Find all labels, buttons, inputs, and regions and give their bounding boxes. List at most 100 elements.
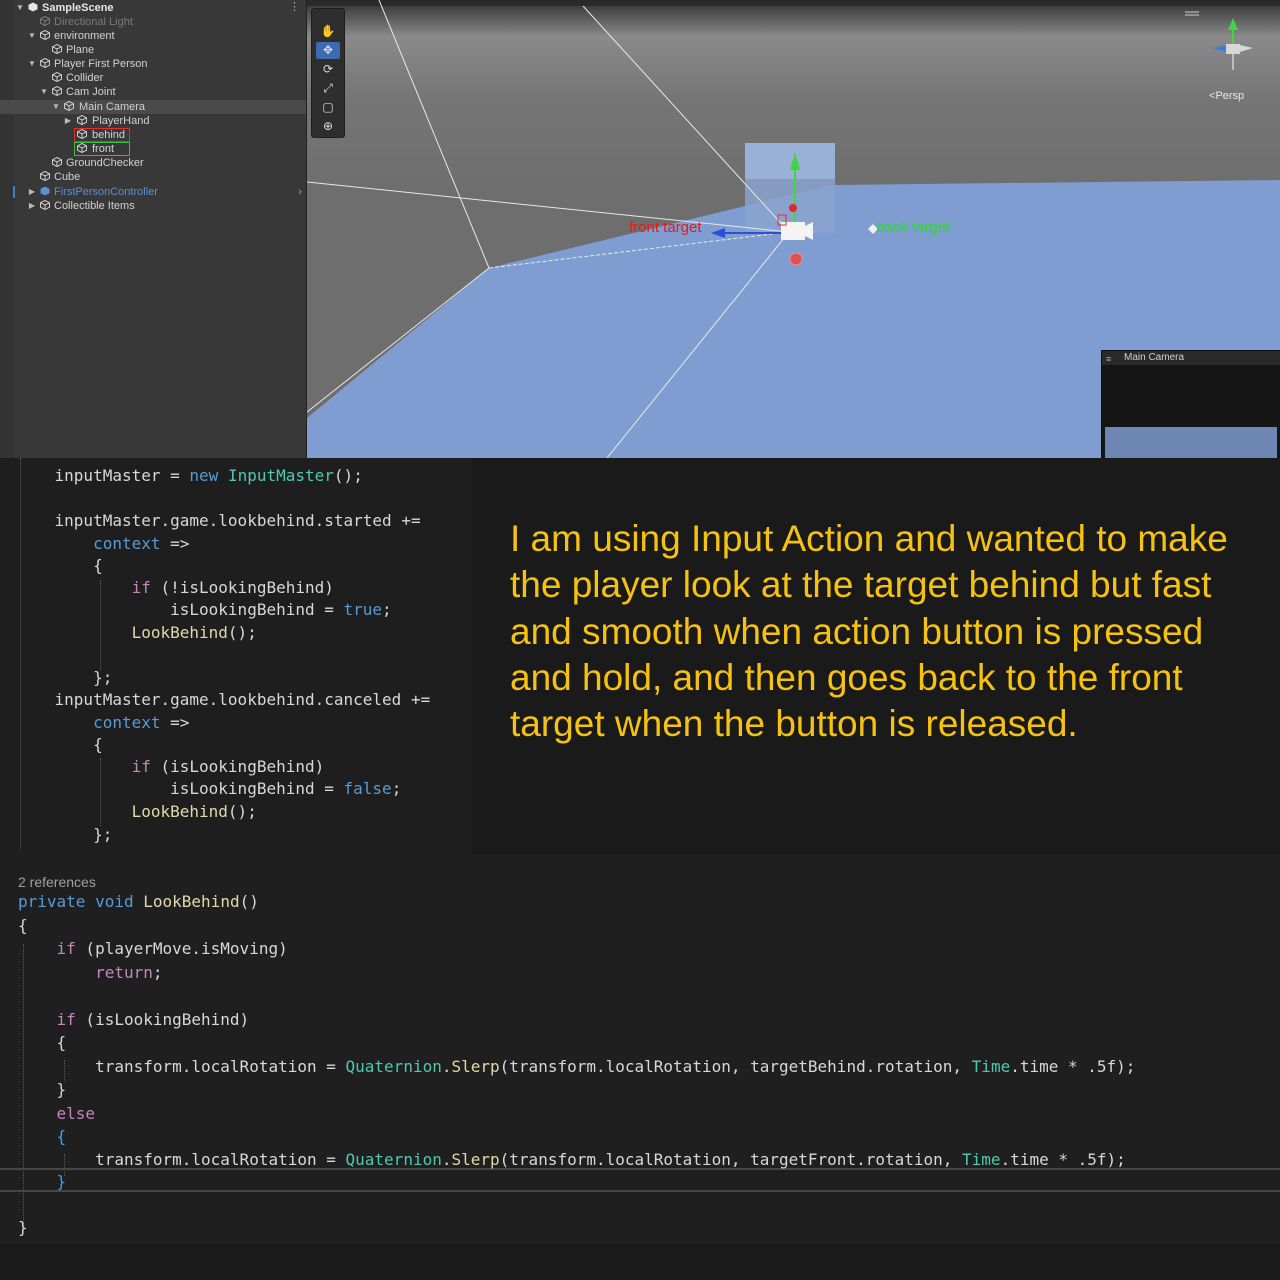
- code-token: {: [93, 735, 103, 754]
- camera-preview-titlebar: ≡ Main Camera: [1102, 351, 1280, 365]
- code-function: LookBehind: [131, 802, 228, 821]
- prefab-icon: [40, 186, 50, 196]
- hierarchy-item[interactable]: Collider: [0, 71, 306, 85]
- code-keyword: new: [189, 466, 219, 485]
- hand-tool-icon[interactable]: ✋: [316, 23, 340, 40]
- expand-arrow-icon[interactable]: ▼: [40, 85, 48, 99]
- code-type: Time: [962, 1150, 1001, 1169]
- hierarchy-item-label: PlayerHand: [92, 115, 150, 127]
- code-keyword: private: [18, 892, 86, 911]
- scene-name: SampleScene: [42, 2, 114, 14]
- code-line: transform.localRotation = Quaternion.Sle…: [18, 1057, 1135, 1076]
- hierarchy-panel: ⋮ ▼ SampleScene Directional Light ▼ envi…: [0, 0, 307, 458]
- code-keyword: if: [131, 757, 151, 776]
- code-function: LookBehind: [143, 892, 240, 911]
- move-tool-icon[interactable]: ✥: [316, 42, 340, 59]
- hierarchy-item-label: front: [92, 143, 115, 155]
- scene-view[interactable]: ✋ ✥ ⟳ ⤢ ▢ ⊕ front target back target <Pe…: [307, 0, 1280, 458]
- hierarchy-item[interactable]: ▶ PlayerHand: [0, 114, 306, 128]
- camera-preview-title: Main Camera: [1124, 352, 1185, 363]
- code-token: =>: [160, 713, 190, 732]
- hierarchy-item-label: Player First Person: [54, 58, 148, 70]
- code-keyword: false: [343, 779, 392, 798]
- hierarchy-item[interactable]: Cube: [0, 170, 306, 184]
- gameobject-icon: [52, 72, 62, 82]
- hierarchy-item[interactable]: Plane: [0, 43, 306, 57]
- hierarchy-item-label: Directional Light: [54, 16, 133, 28]
- transform-tool-icon[interactable]: ⊕: [316, 118, 340, 135]
- code-token: context: [93, 713, 161, 732]
- code-token-matched-brace: {: [56, 1127, 67, 1146]
- code-line: transform.localRotation = Quaternion.Sle…: [18, 1150, 1126, 1169]
- hierarchy-item[interactable]: ▼ Player First Person: [0, 57, 306, 71]
- projection-toggle[interactable]: <Persp: [1209, 90, 1244, 102]
- rotate-tool-icon[interactable]: ⟳: [316, 61, 340, 78]
- code-line: inputMaster.game.lookbehind.canceled +=: [16, 690, 431, 709]
- expand-arrow-icon[interactable]: ▼: [28, 57, 36, 71]
- code-keyword: return: [95, 963, 153, 982]
- collapse-arrow-icon[interactable]: ▶: [28, 185, 36, 199]
- code-line: {: [18, 916, 28, 935]
- code-line: private void LookBehind(): [18, 892, 259, 911]
- gameobject-icon: [52, 86, 62, 96]
- hierarchy-item-label: environment: [54, 30, 115, 42]
- code-line: LookBehind();: [16, 802, 257, 821]
- question-text: I am using Input Action and wanted to ma…: [510, 518, 1228, 745]
- code-line: if (playerMove.isMoving): [18, 939, 288, 958]
- code-keyword: else: [56, 1104, 96, 1123]
- camera-preview: ≡ Main Camera: [1101, 350, 1280, 458]
- code-function: LookBehind: [131, 623, 228, 642]
- code-token: (): [239, 892, 259, 911]
- code-line: };: [16, 825, 112, 844]
- unity-scene-icon: [28, 2, 38, 12]
- hierarchy-item-selected[interactable]: ▼ Main Camera: [0, 100, 306, 114]
- code-token: (isLookingBehind): [150, 757, 325, 776]
- collapse-arrow-icon[interactable]: ▶: [64, 114, 72, 128]
- code-token: ;: [391, 779, 402, 798]
- hierarchy-item[interactable]: behind: [0, 128, 306, 142]
- code-line: LookBehind();: [16, 623, 257, 642]
- code-token: context: [93, 534, 161, 553]
- hierarchy-item[interactable]: ▼ environment: [0, 29, 306, 43]
- camera-preview-floor: [1105, 427, 1277, 458]
- hierarchy-item-prefab[interactable]: ▶ FirstPersonController ›: [0, 185, 306, 199]
- code-line: inputMaster.game.lookbehind.started +=: [16, 511, 421, 530]
- hierarchy-item[interactable]: GroundChecker: [0, 156, 306, 170]
- hierarchy-item[interactable]: front: [0, 142, 306, 156]
- gameobject-icon: [77, 143, 87, 153]
- hierarchy-scene-row[interactable]: ▼ SampleScene: [0, 1, 306, 15]
- code-token: ();: [227, 802, 257, 821]
- code-line: if (isLookingBehind): [16, 757, 325, 776]
- code-token: }: [18, 1218, 28, 1237]
- code-keyword: void: [95, 892, 134, 911]
- question-panel: I am using Input Action and wanted to ma…: [472, 458, 1280, 854]
- expand-arrow-icon[interactable]: ▼: [52, 100, 60, 114]
- code-token: };: [93, 668, 113, 687]
- code-line: };: [16, 668, 112, 687]
- rect-tool-icon[interactable]: ▢: [316, 99, 340, 116]
- code-token: {: [93, 556, 103, 575]
- code-line: {: [18, 1127, 67, 1146]
- hierarchy-item[interactable]: ▶ Collectible Items: [0, 199, 306, 213]
- hierarchy-item[interactable]: ▼ Cam Joint: [0, 85, 306, 99]
- code-line: isLookingBehind = false;: [16, 779, 401, 798]
- hierarchy-item-label: Main Camera: [79, 101, 146, 113]
- back-target-label: back target: [876, 219, 951, 236]
- references-codelens[interactable]: 2 references: [18, 874, 96, 890]
- collapse-arrow-icon[interactable]: ▶: [28, 199, 36, 213]
- expand-arrow-icon[interactable]: ▼: [16, 1, 24, 15]
- code-line: }: [18, 1080, 67, 1099]
- drag-handle-icon[interactable]: ≡: [1106, 352, 1111, 366]
- expand-arrow-icon[interactable]: ▼: [28, 29, 36, 43]
- hierarchy-item-label: Collectible Items: [54, 200, 135, 212]
- chevron-right-icon[interactable]: ›: [298, 185, 302, 199]
- gameobject-icon: [52, 157, 62, 167]
- code-keyword: if: [131, 578, 151, 597]
- scale-tool-icon[interactable]: ⤢: [316, 80, 340, 97]
- hierarchy-item[interactable]: Directional Light: [0, 15, 306, 29]
- hierarchy-item-label: FirstPersonController: [54, 186, 158, 198]
- code-token: transform.localRotation =: [95, 1057, 346, 1076]
- code-token: (transform.localRotation, targetFront.ro…: [499, 1150, 963, 1169]
- code-function: Slerp: [451, 1057, 500, 1076]
